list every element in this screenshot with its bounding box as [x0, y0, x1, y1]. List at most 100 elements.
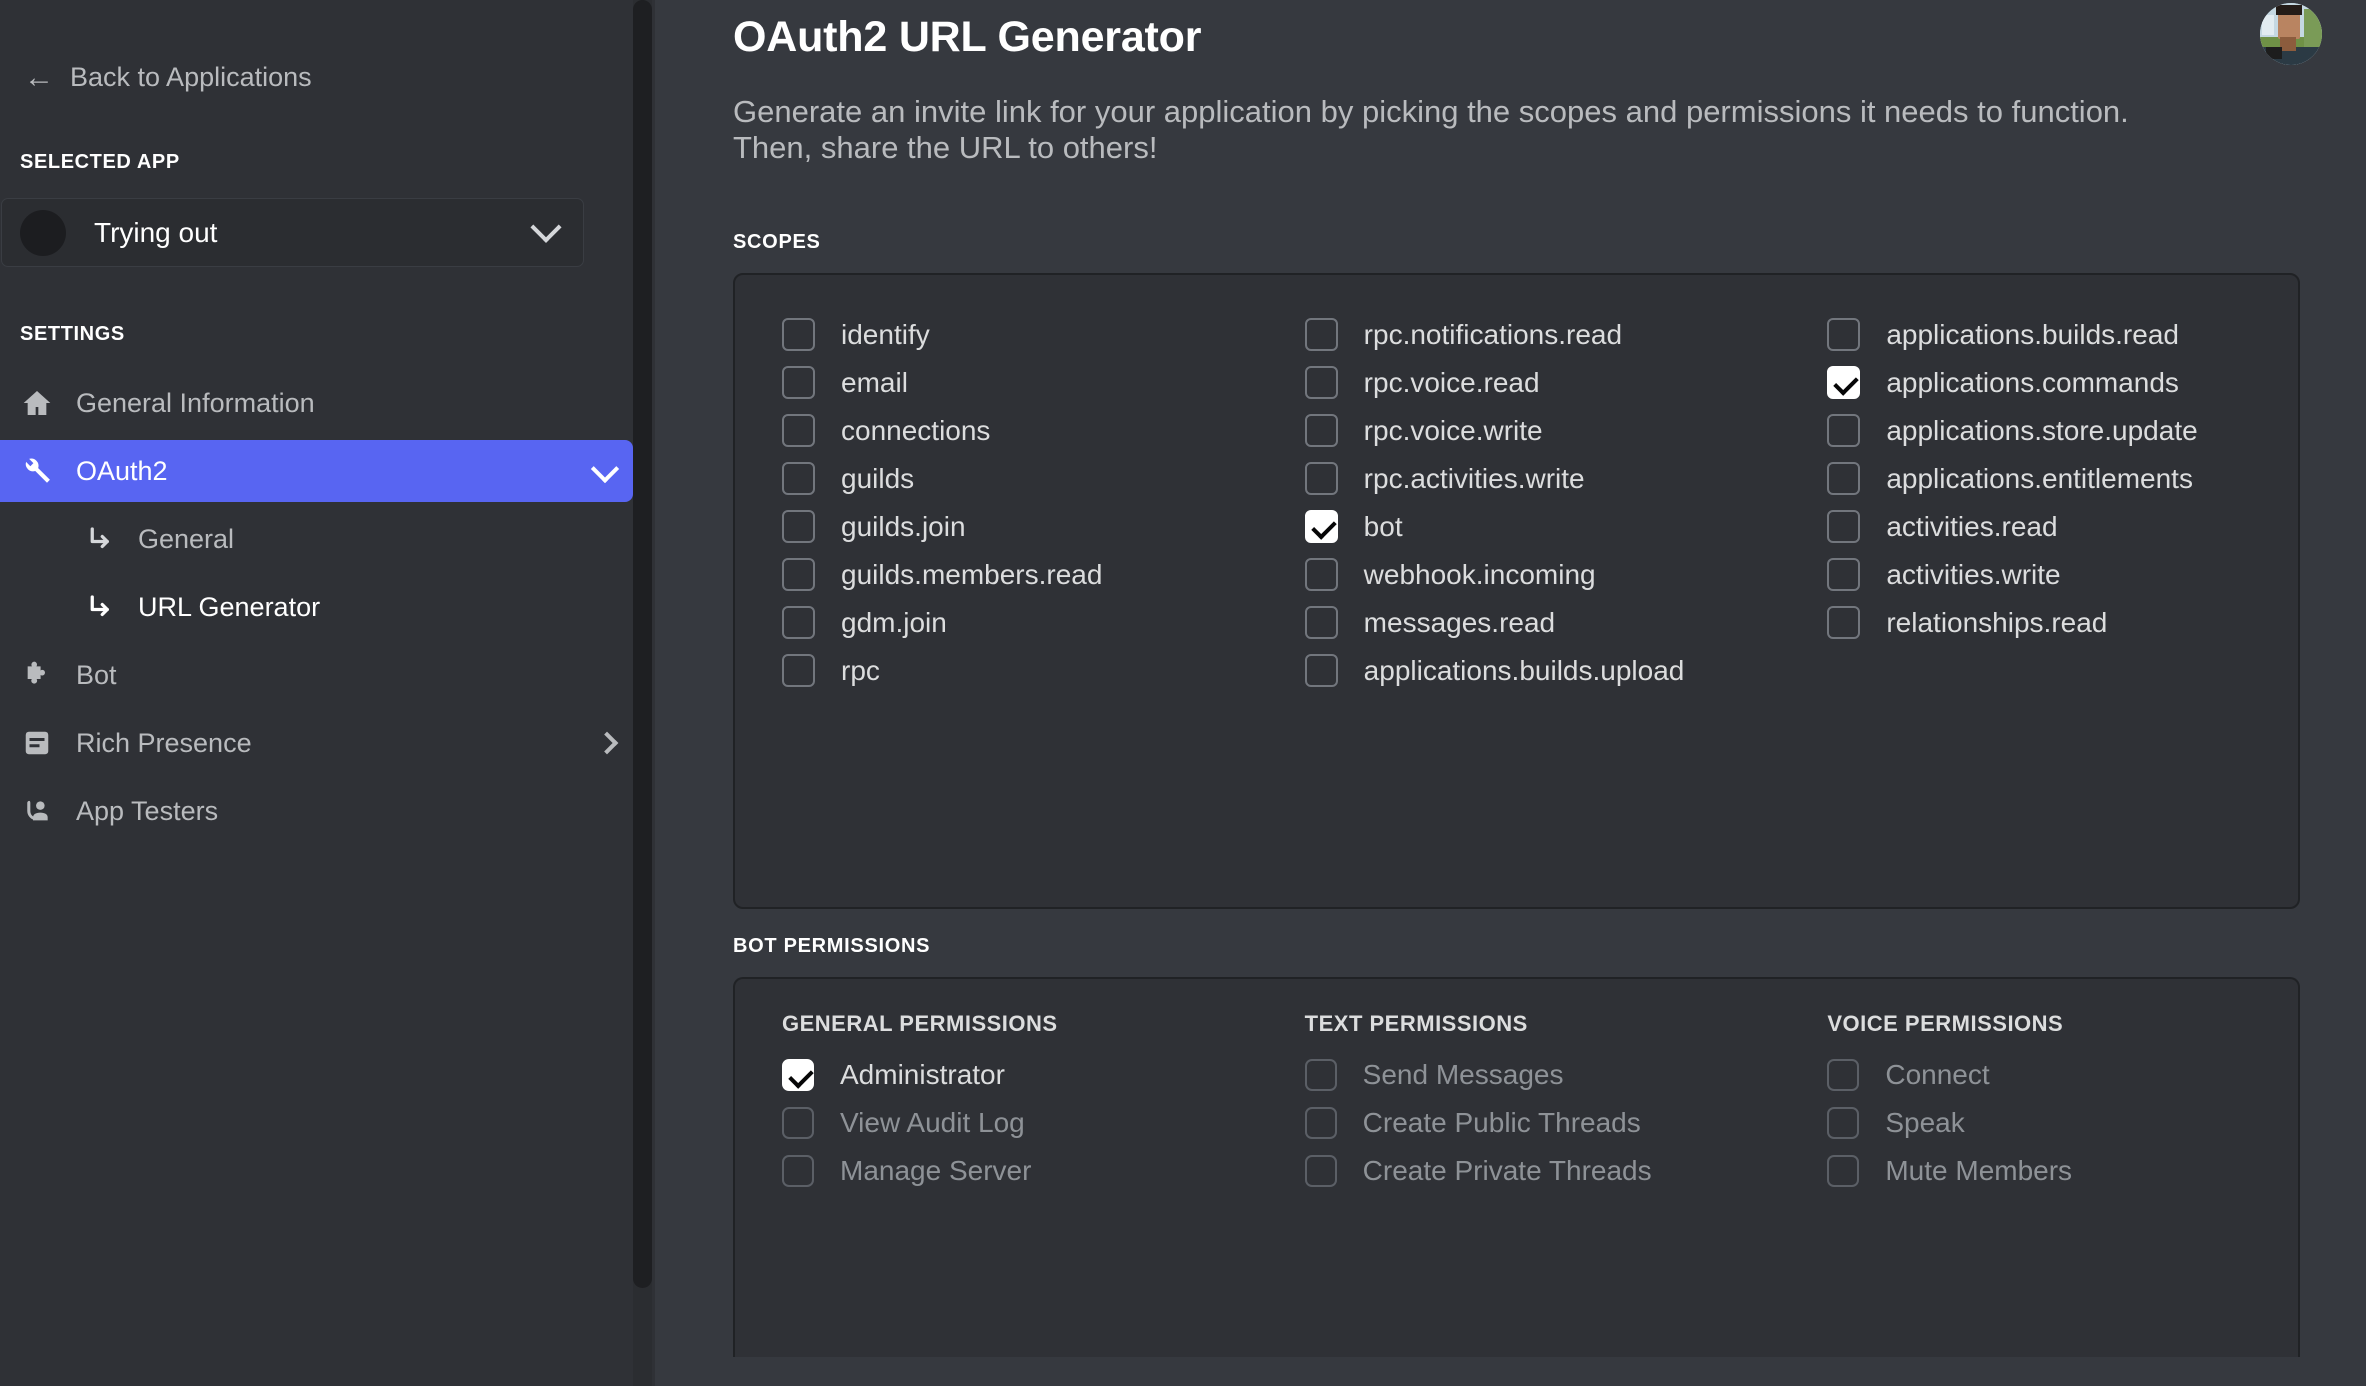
permission-row[interactable]: Mute Members	[1827, 1147, 2298, 1195]
checkbox[interactable]	[782, 414, 815, 448]
checkbox[interactable]	[1827, 510, 1861, 544]
checkbox[interactable]	[782, 1154, 814, 1187]
permissions-column-general: GENERAL PERMISSIONS Administrator View A…	[735, 979, 1253, 1195]
checkbox[interactable]	[1304, 1058, 1337, 1091]
checkbox[interactable]	[1827, 606, 1861, 640]
scope-row[interactable]: email	[782, 359, 1253, 407]
sidebar-subitem-general[interactable]: General	[22, 508, 633, 570]
scope-row[interactable]: rpc.notifications.read	[1304, 311, 1776, 359]
selected-app-dropdown[interactable]: Trying out	[1, 198, 584, 267]
back-to-applications-link[interactable]: ← Back to Applications	[0, 0, 655, 93]
chevron-right-icon	[595, 731, 619, 755]
selected-app-header: SELECTED APP	[20, 151, 180, 173]
sidebar-item-bot[interactable]: Bot	[0, 644, 633, 706]
scope-row[interactable]: rpc	[782, 647, 1253, 695]
scope-row[interactable]: guilds.members.read	[782, 551, 1253, 599]
scope-row[interactable]: rpc.activities.write	[1304, 455, 1776, 503]
checkbox[interactable]	[1827, 318, 1861, 352]
scope-label: connections	[841, 414, 991, 446]
scope-row[interactable]: applications.commands	[1827, 359, 2298, 407]
sidebar-subitem-label: URL Generator	[138, 591, 321, 622]
sidebar-subitem-url-generator[interactable]: URL Generator	[22, 576, 633, 638]
user-avatar[interactable]	[2260, 3, 2322, 65]
corner-arrow-icon	[86, 524, 116, 554]
scope-row[interactable]: activities.write	[1827, 551, 2298, 599]
permissions-column-text: TEXT PERMISSIONS Send Messages Create Pu…	[1253, 979, 1776, 1195]
permissions-columns: GENERAL PERMISSIONS Administrator View A…	[735, 979, 2298, 1195]
scope-row[interactable]: applications.builds.upload	[1304, 647, 1776, 695]
permissions-column-header: GENERAL PERMISSIONS	[782, 1010, 1058, 1036]
checkbox[interactable]	[1827, 462, 1861, 496]
permission-row[interactable]: Send Messages	[1304, 1051, 1776, 1099]
checkbox[interactable]	[1304, 606, 1338, 640]
scope-row[interactable]: applications.builds.read	[1827, 311, 2298, 359]
scope-label: guilds.join	[841, 510, 966, 542]
permission-label: Mute Members	[1885, 1154, 2073, 1186]
scope-row[interactable]: identify	[782, 311, 1253, 359]
permission-row[interactable]: Manage Server	[782, 1147, 1253, 1195]
checkbox[interactable]	[782, 366, 815, 400]
checkbox[interactable]	[782, 606, 815, 640]
scope-label: rpc.voice.read	[1363, 366, 1540, 398]
scope-row[interactable]: gdm.join	[782, 599, 1253, 647]
scope-label: webhook.incoming	[1363, 558, 1596, 590]
scope-row[interactable]: webhook.incoming	[1304, 551, 1776, 599]
checkbox[interactable]	[1827, 414, 1861, 448]
sidebar-item-label: General Information	[76, 387, 315, 418]
scopes-header: SCOPES	[733, 230, 821, 253]
checkbox[interactable]	[782, 558, 815, 592]
scope-row[interactable]: applications.entitlements	[1827, 455, 2298, 503]
scope-row[interactable]: applications.store.update	[1827, 407, 2298, 455]
scope-row[interactable]: rpc.voice.read	[1304, 359, 1776, 407]
scope-row[interactable]: guilds	[782, 455, 1253, 503]
permission-row[interactable]: Create Private Threads	[1304, 1147, 1776, 1195]
sidebar-item-app-testers[interactable]: App Testers	[0, 780, 633, 842]
permission-label: Create Private Threads	[1362, 1154, 1652, 1186]
permission-row[interactable]: Speak	[1827, 1099, 2298, 1147]
scope-label: applications.builds.read	[1886, 318, 2179, 350]
scope-row[interactable]: rpc.voice.write	[1304, 407, 1776, 455]
checkbox[interactable]	[1304, 366, 1338, 400]
checkbox[interactable]	[1304, 318, 1338, 352]
permission-row[interactable]: Connect	[1827, 1051, 2298, 1099]
checkbox[interactable]	[782, 510, 815, 544]
sidebar-item-label: Rich Presence	[76, 727, 252, 758]
checkbox[interactable]	[1304, 654, 1338, 688]
scope-label: rpc.activities.write	[1363, 462, 1585, 494]
permission-row[interactable]: Create Public Threads	[1304, 1099, 1776, 1147]
checkbox[interactable]	[1827, 366, 1861, 400]
scope-row[interactable]: relationships.read	[1827, 599, 2298, 647]
checkbox[interactable]	[1827, 558, 1861, 592]
permission-row[interactable]: View Audit Log	[782, 1099, 1253, 1147]
checkbox[interactable]	[1827, 1106, 1860, 1139]
scope-row[interactable]: guilds.join	[782, 503, 1253, 551]
checkbox[interactable]	[1827, 1154, 1860, 1187]
checkbox[interactable]	[782, 1058, 814, 1091]
checkbox[interactable]	[782, 462, 815, 496]
sidebar-item-rich-presence[interactable]: Rich Presence	[0, 712, 633, 774]
checkbox[interactable]	[782, 1106, 814, 1139]
scope-row[interactable]: bot	[1304, 503, 1776, 551]
selected-app-name: Trying out	[94, 216, 218, 248]
sidebar-item-label: App Testers	[76, 795, 219, 826]
checkbox[interactable]	[1304, 414, 1338, 448]
checkbox[interactable]	[1304, 462, 1338, 496]
scope-row[interactable]: connections	[782, 407, 1253, 455]
sidebar-item-general-information[interactable]: General Information	[0, 372, 633, 434]
checkbox[interactable]	[1304, 510, 1338, 544]
checkbox[interactable]	[1304, 558, 1338, 592]
arrow-left-icon: ←	[24, 60, 54, 94]
checkbox[interactable]	[1304, 1106, 1337, 1139]
scope-row[interactable]: messages.read	[1304, 599, 1776, 647]
permission-row[interactable]: Administrator	[782, 1051, 1253, 1099]
checkbox[interactable]	[782, 654, 815, 688]
checkbox[interactable]	[1827, 1058, 1860, 1091]
sidebar-scrollbar-thumb[interactable]	[633, 0, 652, 1288]
checkbox[interactable]	[1304, 1154, 1337, 1187]
sidebar-item-oauth2[interactable]: OAuth2	[0, 440, 633, 502]
settings-header: SETTINGS	[20, 323, 125, 345]
checkbox[interactable]	[782, 318, 815, 352]
scope-label: guilds.members.read	[841, 558, 1103, 590]
bot-permissions-header: BOT PERMISSIONS	[733, 934, 931, 957]
scope-row[interactable]: activities.read	[1827, 503, 2298, 551]
